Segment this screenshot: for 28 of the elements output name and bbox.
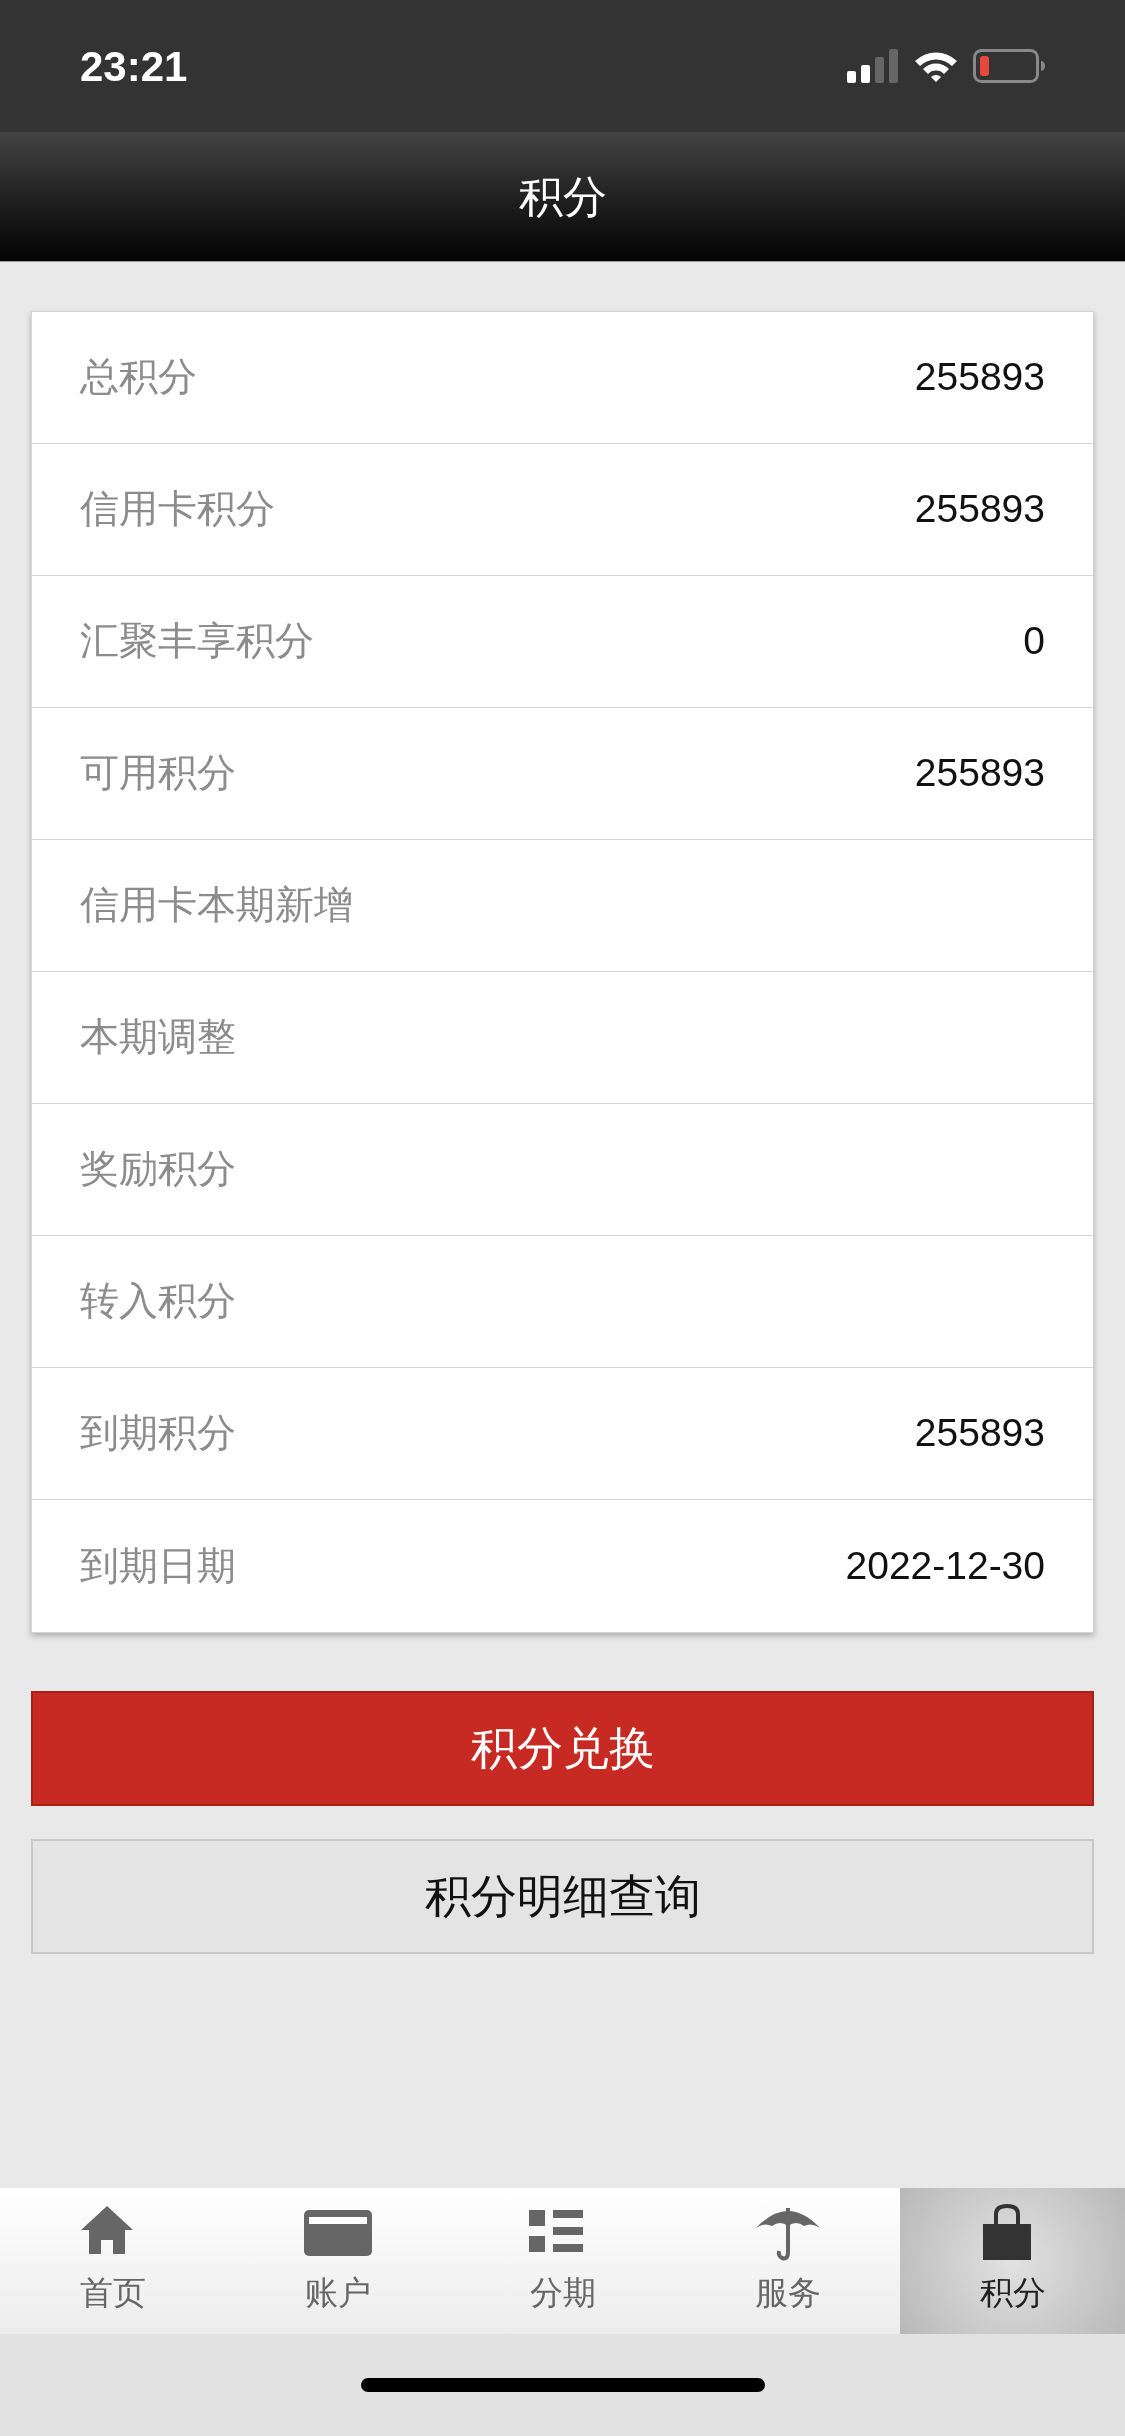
- status-time: 23:21: [80, 41, 188, 92]
- points-label: 到期日期: [80, 1542, 236, 1589]
- tab-item[interactable]: 账户: [225, 2188, 450, 2334]
- wifi-icon: [913, 49, 959, 83]
- page-title: 积分: [518, 170, 607, 223]
- points-value: 255893: [914, 1410, 1045, 1457]
- details-button[interactable]: 积分明细查询: [31, 1839, 1094, 1954]
- points-value: 0: [1023, 618, 1045, 665]
- points-label: 转入积分: [80, 1278, 236, 1325]
- points-value: 2022-12-30: [845, 1542, 1045, 1589]
- points-label: 总积分: [80, 354, 197, 401]
- battery-icon: [973, 49, 1045, 83]
- points-value: 255893: [914, 354, 1045, 401]
- tab-item[interactable]: 首页: [0, 2188, 225, 2334]
- tab-item[interactable]: 服务: [675, 2188, 900, 2334]
- points-label: 信用卡本期新增: [80, 882, 353, 929]
- tab-item[interactable]: 积分: [900, 2188, 1125, 2334]
- points-label: 奖励积分: [80, 1146, 236, 1193]
- points-value: 255893: [914, 486, 1045, 533]
- points-label: 汇聚丰享积分: [80, 618, 314, 665]
- points-label: 到期积分: [80, 1410, 236, 1457]
- points-label: 信用卡积分: [80, 486, 275, 533]
- points-value: 255893: [914, 750, 1045, 797]
- tab-item[interactable]: 分期: [450, 2188, 675, 2334]
- signal-icon: [847, 49, 899, 83]
- redeem-button[interactable]: 积分兑换: [31, 1691, 1094, 1806]
- points-label: 本期调整: [80, 1014, 236, 1061]
- points-label: 可用积分: [80, 750, 236, 797]
